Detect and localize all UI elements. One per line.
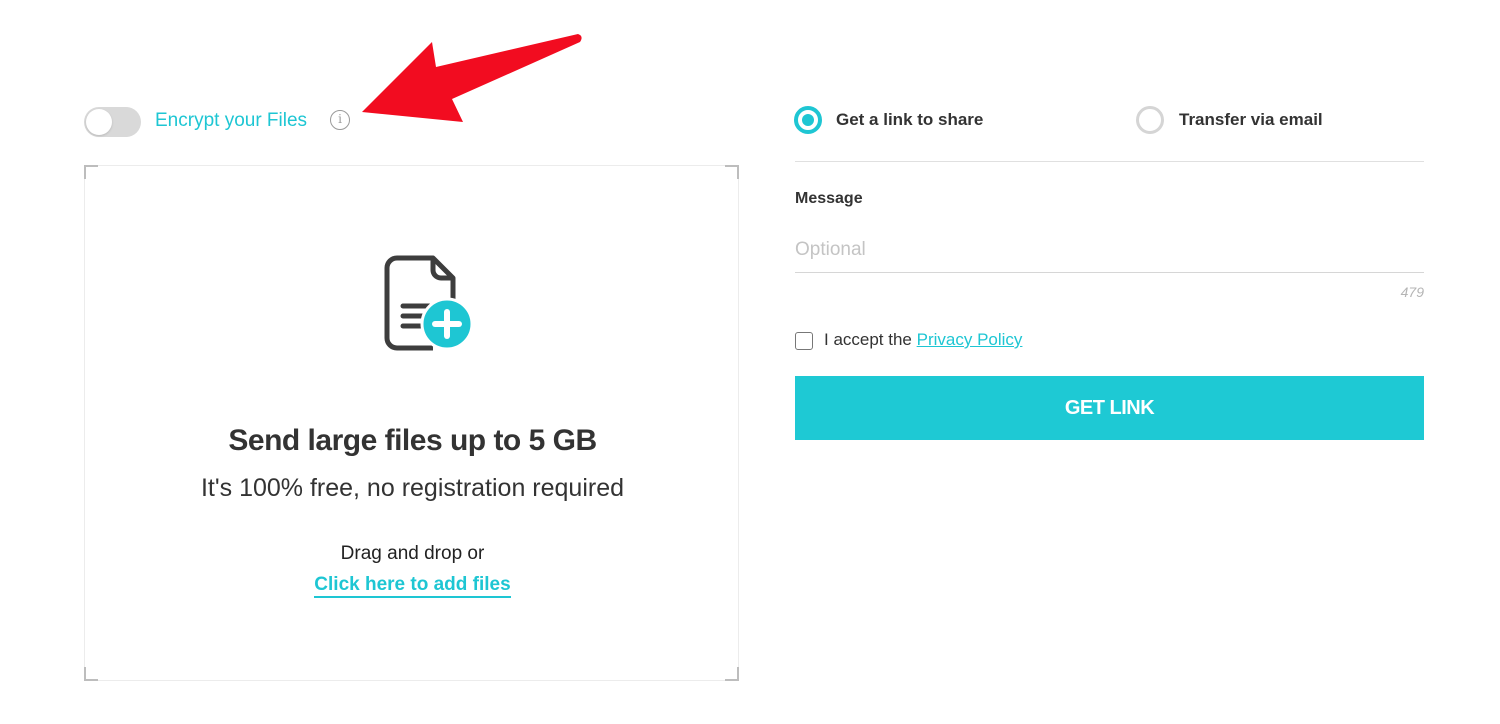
file-add-icon	[384, 255, 474, 351]
info-icon[interactable]: i	[330, 110, 350, 130]
corner-mark	[84, 667, 98, 681]
radio-get-link[interactable]	[794, 106, 822, 134]
red-arrow-icon	[362, 34, 582, 122]
add-files-link[interactable]: Click here to add files	[314, 574, 511, 598]
get-link-button[interactable]: GET LINK	[795, 376, 1424, 440]
option-transfer-email-label[interactable]: Transfer via email	[1179, 110, 1323, 130]
privacy-policy-link[interactable]: Privacy Policy	[917, 330, 1023, 349]
encrypt-toggle[interactable]	[84, 107, 141, 137]
encrypt-label[interactable]: Encrypt your Files	[155, 108, 307, 134]
corner-mark	[84, 165, 98, 179]
dropzone-title: Send large files up to 5 GB	[228, 424, 597, 457]
dropzone-subtitle: It's 100% free, no registration required	[200, 474, 625, 502]
accept-checkbox[interactable]	[795, 332, 813, 350]
message-label: Message	[795, 190, 863, 207]
drag-drop-text: Drag and drop or	[340, 543, 485, 564]
file-dropzone[interactable]: Send large files up to 5 GB It's 100% fr…	[84, 165, 739, 681]
char-counter: 479	[1400, 284, 1424, 300]
radio-transfer-email[interactable]	[1136, 106, 1164, 134]
toggle-knob	[86, 109, 112, 135]
accept-text: I accept the Privacy Policy	[824, 330, 1022, 350]
option-get-link-label[interactable]: Get a link to share	[836, 110, 983, 130]
corner-mark	[725, 667, 739, 681]
add-files-link-wrap: Click here to add files	[85, 574, 740, 598]
radio-selected-dot	[802, 114, 814, 126]
message-input[interactable]	[795, 228, 1424, 273]
corner-mark	[725, 165, 739, 179]
divider	[795, 161, 1424, 162]
accept-prefix: I accept the	[824, 330, 917, 349]
